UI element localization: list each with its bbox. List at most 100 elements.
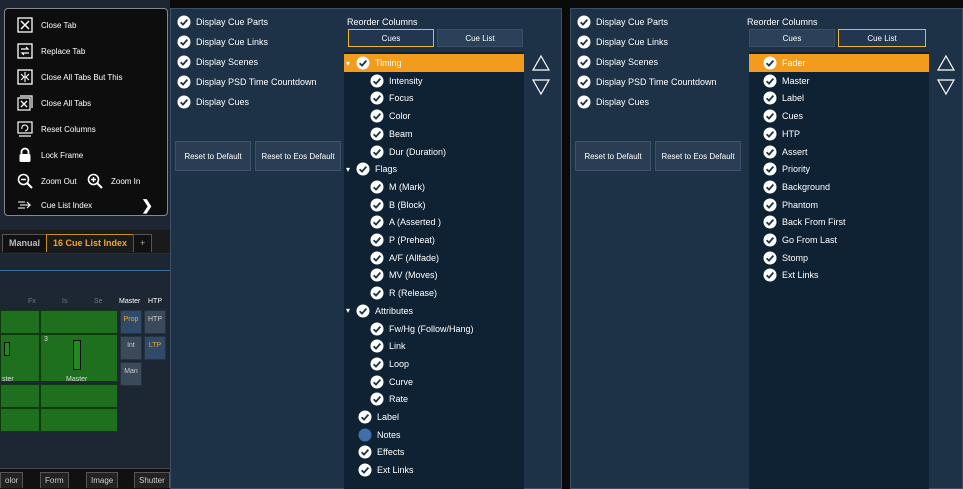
- checkbox-checked-icon[interactable]: [177, 55, 191, 69]
- menu-item-lock-frame[interactable]: Lock Frame: [5, 143, 167, 167]
- column-row-go-from-last[interactable]: Go From Last: [749, 231, 929, 249]
- checkbox-checked-icon[interactable]: [763, 215, 777, 229]
- fader-cell[interactable]: [0, 310, 40, 334]
- checkbox-checked-icon[interactable]: [370, 339, 384, 353]
- tab-manual[interactable]: Manual: [2, 234, 48, 252]
- tab-cue-list-index[interactable]: 16 Cue List Index: [46, 234, 135, 252]
- column-row-a-asserted[interactable]: A (Asserted ): [344, 213, 524, 231]
- column-row-master[interactable]: Master: [749, 72, 929, 90]
- option-display-cues[interactable]: Display Cues: [577, 93, 649, 111]
- column-row-timing[interactable]: ▾ Timing: [344, 54, 524, 72]
- menu-item-reset-columns[interactable]: Reset Columns: [5, 117, 167, 141]
- column-row-a-f-allfade[interactable]: A/F (Allfade): [344, 249, 524, 267]
- menu-item-cue-list-index[interactable]: Cue List Index ❯: [5, 193, 167, 217]
- reset-to-default-button[interactable]: Reset to Default: [575, 141, 651, 171]
- expand-arrow-icon[interactable]: ▾: [346, 165, 356, 174]
- column-row-ext-links[interactable]: Ext Links: [749, 266, 929, 284]
- checkbox-checked-icon[interactable]: [370, 74, 384, 88]
- column-row-stomp[interactable]: Stomp: [749, 249, 929, 267]
- menu-item-close-all-tabs[interactable]: Close All Tabs: [5, 91, 167, 115]
- option-display-cue-links[interactable]: Display Cue Links: [177, 33, 268, 51]
- option-display-cue-parts[interactable]: Display Cue Parts: [177, 13, 268, 31]
- fader-cell[interactable]: [0, 384, 40, 408]
- checkbox-checked-icon[interactable]: [370, 180, 384, 194]
- option-display-scenes[interactable]: Display Scenes: [577, 53, 658, 71]
- column-row-link[interactable]: Link: [344, 337, 524, 355]
- menu-item-zoom-in[interactable]: Zoom In: [81, 169, 161, 193]
- checkbox-checked-icon[interactable]: [370, 145, 384, 159]
- option-display-cue-parts[interactable]: Display Cue Parts: [577, 13, 668, 31]
- column-row-phantom[interactable]: Phantom: [749, 196, 929, 214]
- column-row-intensity[interactable]: Intensity: [344, 72, 524, 90]
- column-row-r-release[interactable]: R (Release): [344, 284, 524, 302]
- menu-item-zoom-out[interactable]: Zoom Out: [5, 169, 81, 193]
- checkbox-checked-icon[interactable]: [577, 95, 591, 109]
- column-row-effects[interactable]: Effects: [344, 443, 524, 461]
- expand-arrow-icon[interactable]: ▾: [346, 59, 356, 68]
- checkbox-checked-icon[interactable]: [370, 215, 384, 229]
- column-row-notes[interactable]: Notes: [344, 426, 524, 444]
- checkbox-checked-icon[interactable]: [763, 109, 777, 123]
- move-down-button[interactable]: [528, 76, 554, 100]
- checkbox-checked-icon[interactable]: [370, 251, 384, 265]
- column-row-assert[interactable]: Assert: [749, 143, 929, 161]
- bottom-tab-color[interactable]: olor: [0, 472, 24, 488]
- cue-list-tab-button[interactable]: Cue List: [437, 29, 523, 47]
- option-display-psd-time-countdown[interactable]: Display PSD Time Countdown: [177, 73, 317, 91]
- bottom-tab-form[interactable]: Form: [40, 472, 69, 488]
- checkbox-checked-icon[interactable]: [370, 233, 384, 247]
- checkbox-checked-icon[interactable]: [370, 286, 384, 300]
- column-row-b-block[interactable]: B (Block): [344, 196, 524, 214]
- fader-cell[interactable]: [0, 408, 40, 432]
- add-tab-button[interactable]: +: [133, 234, 153, 252]
- checkbox-checked-icon[interactable]: [356, 162, 370, 176]
- checkbox-checked-icon[interactable]: [370, 198, 384, 212]
- expand-arrow-icon[interactable]: ▾: [346, 306, 356, 315]
- fader-cell[interactable]: [40, 310, 118, 334]
- prop-button[interactable]: Prop: [120, 310, 142, 334]
- checkbox-checked-icon[interactable]: [356, 304, 370, 318]
- checkbox-checked-icon[interactable]: [763, 127, 777, 141]
- checkbox-checked-icon[interactable]: [370, 109, 384, 123]
- cue-list-tab-button[interactable]: Cue List: [838, 29, 926, 47]
- checkbox-checked-icon[interactable]: [577, 55, 591, 69]
- column-row-htp[interactable]: HTP: [749, 125, 929, 143]
- checkbox-checked-icon[interactable]: [763, 56, 777, 70]
- checkbox-checked-icon[interactable]: [763, 233, 777, 247]
- column-row-curve[interactable]: Curve: [344, 373, 524, 391]
- checkbox-checked-icon[interactable]: [763, 145, 777, 159]
- reset-to-eos-default-button[interactable]: Reset to Eos Default: [255, 141, 341, 171]
- column-row-label[interactable]: Label: [344, 408, 524, 426]
- column-row-mv-moves[interactable]: MV (Moves): [344, 266, 524, 284]
- int-button[interactable]: Int: [120, 336, 142, 360]
- checkbox-checked-icon[interactable]: [577, 75, 591, 89]
- column-row-fw-hg-follow-hang[interactable]: Fw/Hg (Follow/Hang): [344, 320, 524, 338]
- column-row-back-from-first[interactable]: Back From First: [749, 213, 929, 231]
- column-row-rate[interactable]: Rate: [344, 390, 524, 408]
- column-row-label[interactable]: Label: [749, 89, 929, 107]
- menu-item-close-all-but-this[interactable]: Close All Tabs But This: [5, 65, 167, 89]
- move-down-button[interactable]: [933, 76, 959, 100]
- column-row-p-preheat[interactable]: P (Preheat): [344, 231, 524, 249]
- checkbox-checked-icon[interactable]: [763, 198, 777, 212]
- menu-item-replace-tab[interactable]: Replace Tab: [5, 39, 167, 63]
- checkbox-checked-icon[interactable]: [370, 375, 384, 389]
- checkbox-checked-icon[interactable]: [177, 15, 191, 29]
- move-up-button[interactable]: [528, 52, 554, 76]
- checkbox-unchecked-icon[interactable]: [358, 428, 372, 442]
- column-row-dur-duration[interactable]: Dur (Duration): [344, 143, 524, 161]
- option-display-scenes[interactable]: Display Scenes: [177, 53, 258, 71]
- column-row-fader[interactable]: Fader: [749, 54, 929, 72]
- checkbox-checked-icon[interactable]: [370, 268, 384, 282]
- checkbox-checked-icon[interactable]: [370, 392, 384, 406]
- menu-item-close-tab[interactable]: Close Tab: [5, 13, 167, 37]
- bottom-tab-shutter[interactable]: Shutter: [134, 472, 170, 488]
- column-row-m-mark[interactable]: M (Mark): [344, 178, 524, 196]
- column-row-focus[interactable]: Focus: [344, 89, 524, 107]
- cues-tab-button[interactable]: Cues: [348, 29, 434, 47]
- checkbox-checked-icon[interactable]: [177, 35, 191, 49]
- fader-cell[interactable]: [40, 384, 118, 408]
- column-row-cues[interactable]: Cues: [749, 107, 929, 125]
- column-row-color[interactable]: Color: [344, 107, 524, 125]
- option-display-psd-time-countdown[interactable]: Display PSD Time Countdown: [577, 73, 717, 91]
